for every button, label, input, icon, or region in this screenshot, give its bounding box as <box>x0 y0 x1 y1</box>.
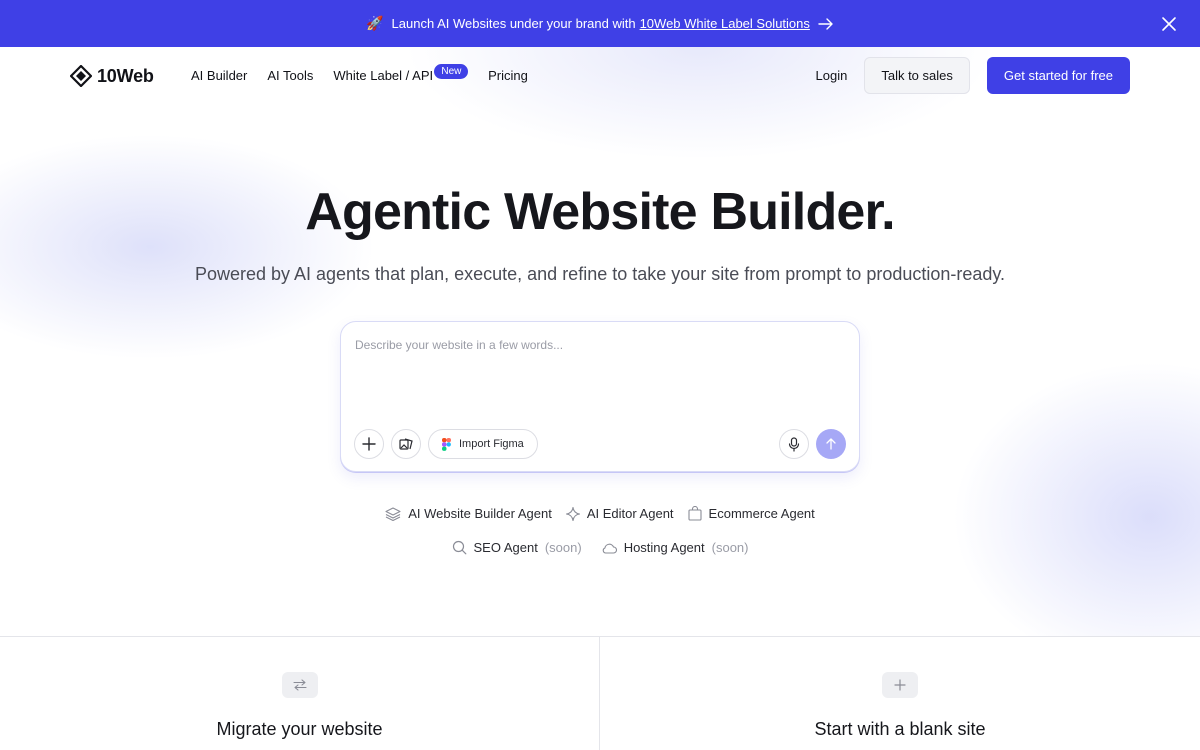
agent-ecommerce-label: Ecommerce Agent <box>708 506 815 521</box>
plus-icon <box>362 437 376 451</box>
banner-link[interactable]: 10Web White Label Solutions <box>640 16 810 31</box>
agent-website-builder-label: AI Website Builder Agent <box>408 506 552 521</box>
blank-site-title: Start with a blank site <box>814 719 986 739</box>
nav-white-label[interactable]: White Label / API New <box>333 64 469 83</box>
figma-icon <box>442 437 451 451</box>
agent-hosting[interactable]: Hosting Agent (soon) <box>601 540 749 555</box>
migrate-website-card[interactable]: Migrate your website <box>0 637 600 750</box>
search-icon <box>452 540 466 555</box>
get-started-button[interactable]: Get started for free <box>986 57 1130 94</box>
sparkle-icon <box>565 506 580 521</box>
page-subtitle: Powered by AI agents that plan, execute,… <box>194 264 1006 284</box>
bag-icon <box>687 506 702 521</box>
import-figma-label: Import Figma <box>459 438 524 450</box>
arrow-right-icon[interactable] <box>818 17 834 30</box>
top-nav: 10Web AI Builder AI Tools White Label / … <box>0 47 1200 105</box>
nav-ai-builder[interactable]: AI Builder <box>191 68 247 83</box>
plus-icon <box>882 672 918 698</box>
nav-white-label-label: White Label / API <box>333 68 434 83</box>
agent-editor[interactable]: AI Editor Agent <box>565 506 674 521</box>
agent-seo-label: SEO Agent <box>473 540 538 555</box>
announcement-banner: 🚀 Launch AI Websites under your brand wi… <box>0 0 1200 47</box>
agent-website-builder[interactable]: AI Website Builder Agent <box>385 506 552 521</box>
send-icon <box>826 438 836 450</box>
close-icon[interactable] <box>1160 15 1178 33</box>
agent-list-primary: AI Website Builder Agent AI Editor Agent… <box>0 506 1200 521</box>
add-attachment-button[interactable] <box>354 429 384 459</box>
voice-input-button[interactable] <box>779 429 809 459</box>
image-icon <box>398 438 413 450</box>
nav-pricing[interactable]: Pricing <box>488 68 528 83</box>
brand-name: 10Web <box>97 65 154 86</box>
mic-icon <box>788 436 800 452</box>
prompt-box[interactable]: Describe your website in a few words... … <box>340 321 860 472</box>
start-options: Migrate your website Start with a blank … <box>0 636 1200 750</box>
brand-logo[interactable]: 10Web <box>70 65 154 87</box>
logo-icon <box>70 65 92 87</box>
image-button[interactable] <box>391 429 421 459</box>
blank-site-card[interactable]: Start with a blank site <box>600 637 1200 750</box>
soon-tag: (soon) <box>711 540 749 555</box>
agent-seo[interactable]: SEO Agent (soon) <box>452 540 582 555</box>
rocket-icon: 🚀 <box>366 15 384 31</box>
new-badge: New <box>434 64 469 79</box>
migrate-website-title: Migrate your website <box>216 719 383 739</box>
nav-ai-tools[interactable]: AI Tools <box>267 68 313 83</box>
nav-actions: Login Talk to sales Get started for free <box>816 57 1130 94</box>
page-title: Agentic Website Builder. <box>305 183 895 241</box>
prompt-input[interactable]: Describe your website in a few words... <box>355 338 563 352</box>
login-link[interactable]: Login <box>816 68 848 83</box>
agent-ecommerce[interactable]: Ecommerce Agent <box>687 506 815 521</box>
agent-list-upcoming: SEO Agent (soon) Hosting Agent (soon) <box>0 540 1200 555</box>
banner-text: Launch AI Websites under your brand with <box>391 16 636 31</box>
nav-links: AI Builder AI Tools White Label / API Ne… <box>191 64 548 83</box>
swap-icon <box>282 672 318 698</box>
talk-to-sales-button[interactable]: Talk to sales <box>864 57 970 94</box>
layers-icon <box>385 506 401 521</box>
soon-tag: (soon) <box>544 540 582 555</box>
agent-editor-label: AI Editor Agent <box>586 506 674 521</box>
agent-hosting-label: Hosting Agent <box>623 540 705 555</box>
send-button[interactable] <box>816 429 846 459</box>
cloud-icon <box>602 543 617 554</box>
import-figma-button[interactable]: Import Figma <box>428 429 538 459</box>
